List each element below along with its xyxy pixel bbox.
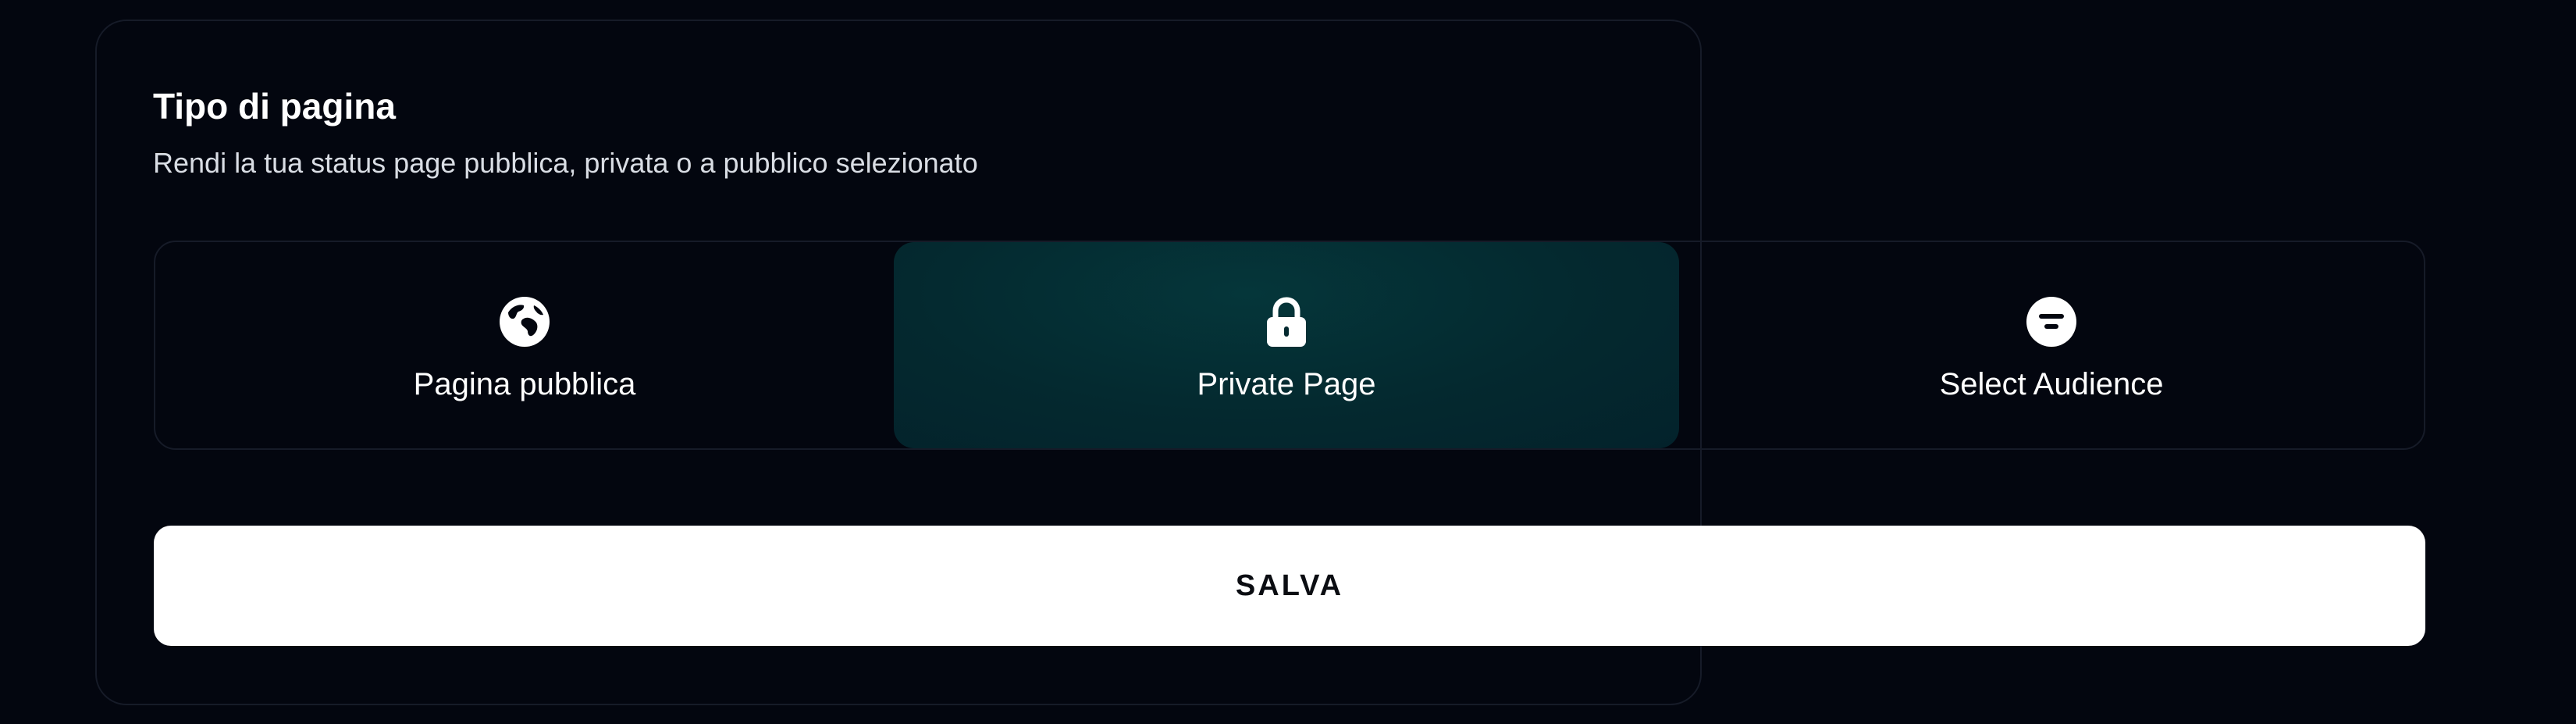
lock-icon [1267,297,1306,347]
option-select-audience[interactable]: Select Audience [1679,242,2424,448]
option-public-page[interactable]: Pagina pubblica [155,242,894,448]
page-type-selector: Pagina pubblica Private Page Select Audi… [154,241,2425,450]
save-button[interactable]: SALVA [154,526,2425,646]
section-title: Tipo di pagina [153,86,396,127]
page-type-card: Tipo di pagina Rendi la tua status page … [95,20,2425,705]
filter-icon [2026,297,2076,347]
section-subtitle: Rendi la tua status page pubblica, priva… [153,147,978,179]
option-label: Private Page [1197,367,1376,401]
option-private-page[interactable]: Private Page [894,242,1679,448]
option-label: Pagina pubblica [413,367,636,401]
globe-icon [500,297,550,347]
option-label: Select Audience [1939,367,2164,401]
